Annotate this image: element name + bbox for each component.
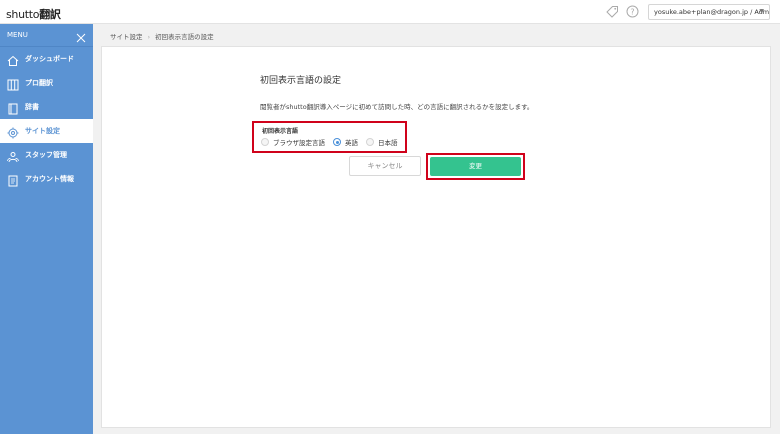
- radio-japanese[interactable]: 日本語: [366, 137, 398, 147]
- radio-label: 日本語: [378, 139, 398, 147]
- document-icon: [7, 173, 19, 187]
- initial-language-field: 初回表示言語 ブラウザ設定言語 英語 日本語: [252, 121, 407, 153]
- logo-sub-text: 翻訳: [39, 8, 61, 21]
- app-logo[interactable]: shutto翻訳: [6, 6, 61, 22]
- sidebar-item-label: アカウント情報: [25, 175, 74, 183]
- breadcrumb: サイト設定 › 初回表示言語の設定: [110, 31, 214, 41]
- home-icon: [7, 53, 19, 66]
- gear-icon: [7, 125, 19, 139]
- radio-label: 英語: [345, 139, 358, 147]
- sidebar-item-account[interactable]: アカウント情報: [0, 167, 93, 191]
- cancel-button[interactable]: キャンセル: [349, 156, 421, 176]
- close-icon[interactable]: [76, 30, 86, 43]
- field-label: 初回表示言語: [262, 128, 299, 135]
- save-button[interactable]: 変更: [430, 157, 521, 176]
- logo-text: shutto: [6, 8, 40, 21]
- sidebar-item-dashboard[interactable]: ダッシュボード: [0, 47, 93, 71]
- menu-label: MENU: [7, 31, 28, 39]
- page-description: 閲覧者がshutto翻訳導入ページに初めて訪問した時、どの言語に翻訳されるかを設…: [260, 103, 534, 111]
- user-account-label: yosuke.abe+plan@dragon.jp / Admin: [654, 8, 770, 16]
- breadcrumb-parent-link[interactable]: サイト設定: [110, 33, 143, 41]
- sidebar-item-label: スタッフ管理: [25, 151, 67, 159]
- sidebar-item-staff[interactable]: スタッフ管理: [0, 143, 93, 167]
- tag-icon[interactable]: [606, 5, 619, 18]
- page-title: 初回表示言語の設定: [260, 76, 342, 86]
- language-radio-group: ブラウザ設定言語 英語 日本語: [261, 137, 406, 147]
- radio-button[interactable]: [261, 138, 269, 146]
- help-icon[interactable]: ?: [626, 5, 639, 18]
- sidebar-item-label: 辞書: [25, 103, 39, 111]
- sidebar-item-dictionary[interactable]: 辞書: [0, 95, 93, 119]
- sidebar: MENU ダッシュボード プロ翻訳 辞書 サイト設定 スタッフ管理 アカウント情…: [0, 24, 93, 434]
- radio-button[interactable]: [366, 138, 374, 146]
- user-account-dropdown[interactable]: yosuke.abe+plan@dragon.jp / Admin ▼: [648, 4, 770, 20]
- sidebar-header: MENU: [0, 24, 93, 47]
- users-icon: [7, 149, 19, 163]
- sidebar-item-site-settings[interactable]: サイト設定: [0, 119, 93, 143]
- svg-text:?: ?: [630, 7, 634, 16]
- grid-icon: [7, 77, 19, 91]
- radio-label: ブラウザ設定言語: [273, 139, 325, 147]
- chevron-down-icon: ▼: [759, 8, 764, 15]
- sidebar-item-label: プロ翻訳: [25, 79, 53, 87]
- top-bar: shutto翻訳 ? yosuke.abe+plan@dragon.jp / A…: [0, 0, 780, 24]
- breadcrumb-current: 初回表示言語の設定: [155, 33, 214, 41]
- save-button-highlight: 変更: [426, 153, 525, 180]
- sidebar-item-label: サイト設定: [25, 127, 60, 135]
- chevron-right-icon: ›: [147, 33, 151, 41]
- sidebar-item-label: ダッシュボード: [25, 55, 74, 63]
- book-icon: [7, 101, 19, 115]
- radio-button-selected[interactable]: [333, 138, 341, 146]
- radio-english[interactable]: 英語: [333, 137, 358, 147]
- radio-browser-language[interactable]: ブラウザ設定言語: [261, 137, 325, 147]
- sidebar-item-pro-translation[interactable]: プロ翻訳: [0, 71, 93, 95]
